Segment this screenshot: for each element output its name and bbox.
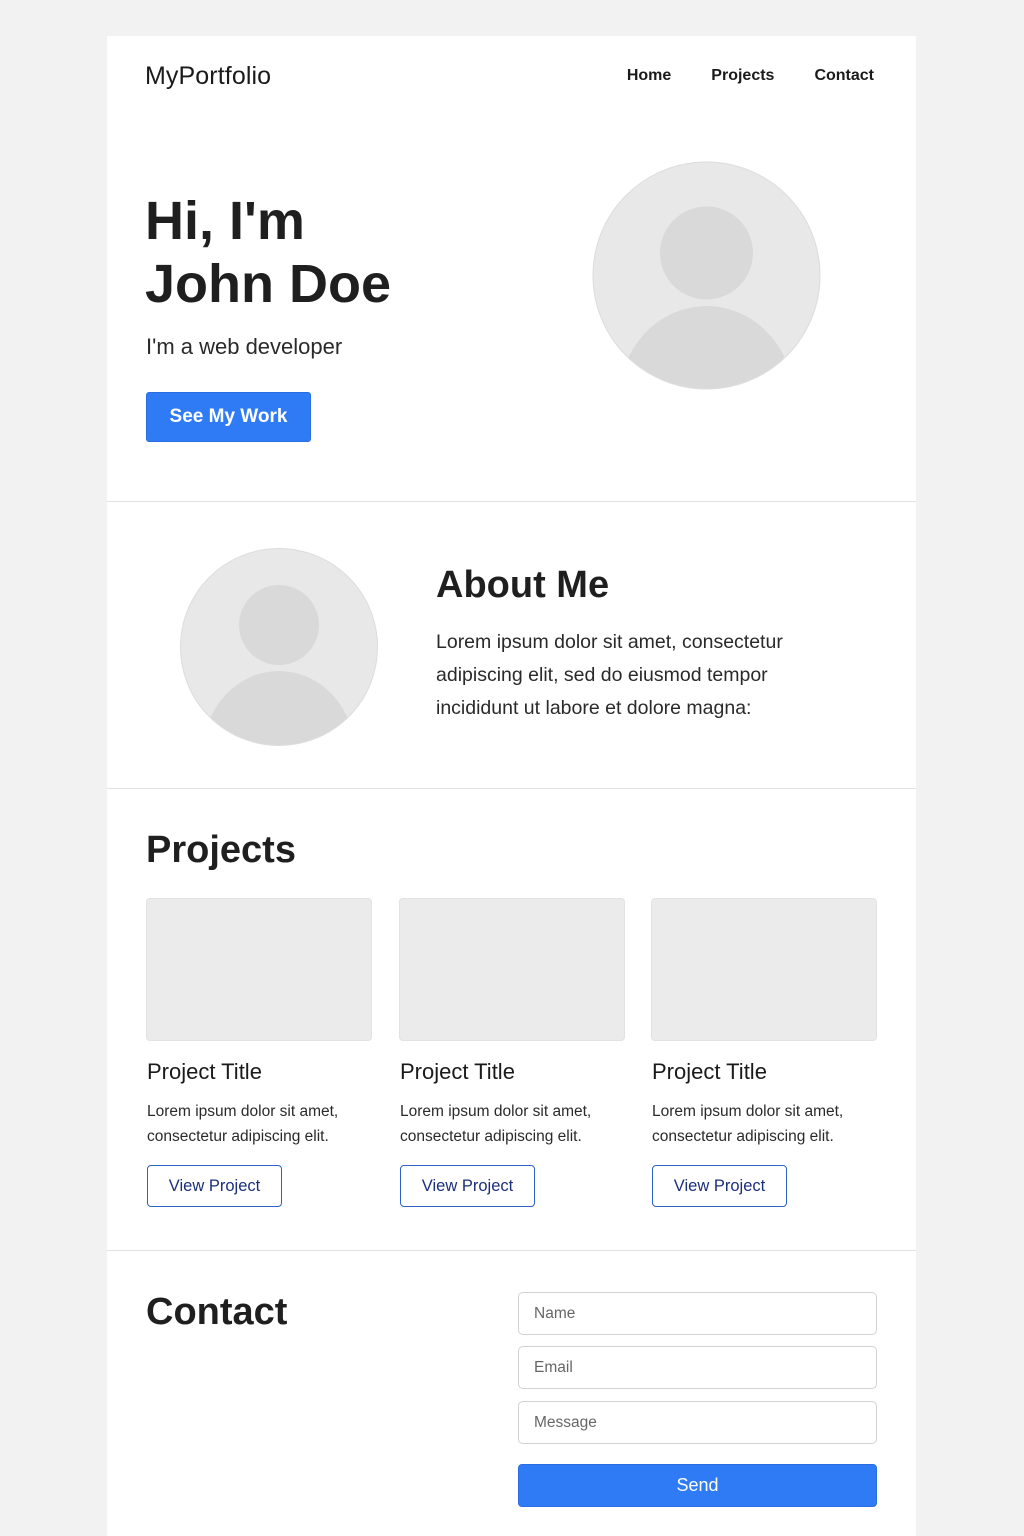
about-text: Lorem ipsum dolor sit amet, consectetur … [436,631,783,719]
nav-link-contact[interactable]: Contact [814,67,874,85]
about-title: About Me [436,564,610,606]
project-card: Project Title Lorem ipsum dolor sit amet… [146,898,372,1207]
project-thumbnail [146,898,372,1041]
contact-title: Contact [146,1291,288,1333]
send-button[interactable]: Send [518,1464,877,1507]
brand-logo[interactable]: MyPortfolio [145,62,271,91]
project-title: Project Title [147,1059,262,1084]
project-card: Project Title Lorem ipsum dolor sit amet… [399,898,625,1207]
name-field[interactable] [518,1292,877,1335]
user-silhouette-icon [180,548,378,746]
projects-title: Projects [146,829,296,871]
hero-title-line2: John Doe [145,254,392,314]
hero-title: Hi, I'm John Doe [145,190,391,316]
view-project-button[interactable]: View Project [400,1165,535,1207]
view-project-button[interactable]: View Project [652,1165,787,1207]
project-description: Lorem ipsum dolor sit amet, consectetur … [652,1103,844,1145]
top-nav: MyPortfolio Home Projects Contact [107,36,916,118]
nav-link-projects[interactable]: Projects [711,67,774,85]
email-field[interactable] [518,1346,877,1389]
nav-link-home[interactable]: Home [627,67,671,85]
hero-subtitle: I'm a web developer [146,334,343,359]
see-my-work-button[interactable]: See My Work [146,392,311,442]
project-title: Project Title [400,1059,515,1084]
project-card: Project Title Lorem ipsum dolor sit amet… [651,898,877,1207]
section-divider [107,788,916,789]
project-title: Project Title [652,1059,767,1084]
project-description: Lorem ipsum dolor sit amet, consectetur … [400,1103,592,1145]
section-divider [107,1250,916,1251]
view-project-button[interactable]: View Project [147,1165,282,1207]
message-field[interactable] [518,1401,877,1444]
user-silhouette-icon [592,161,821,390]
project-thumbnail [651,898,877,1041]
section-divider [107,501,916,502]
hero-section: Hi, I'm John Doe I'm a web developer See… [107,118,916,502]
hero-title-line1: Hi, I'm [145,191,305,251]
project-thumbnail [399,898,625,1041]
project-description: Lorem ipsum dolor sit amet, consectetur … [147,1103,339,1145]
nav-links: Home Projects Contact [627,67,874,85]
portfolio-page: MyPortfolio Home Projects Contact Hi, I'… [107,36,916,1536]
